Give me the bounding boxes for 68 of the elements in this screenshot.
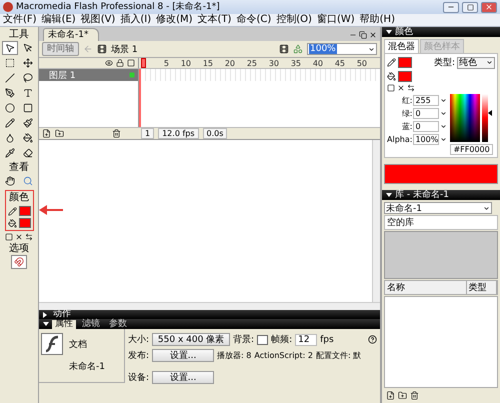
size-button[interactable]: 550 x 400 像素: [152, 333, 230, 346]
channel-label: 红:: [402, 94, 412, 106]
library-dropdown[interactable]: 未命名-1: [384, 202, 492, 214]
menu-item[interactable]: 窗口(W): [316, 14, 355, 26]
hex-input[interactable]: #FF0000: [450, 144, 493, 155]
channel-label: 绿:: [402, 108, 412, 118]
frame-number: 35: [290, 58, 301, 68]
column-header[interactable]: 名称: [385, 281, 466, 294]
zoom-field[interactable]: 100%: [307, 43, 377, 55]
document-tab[interactable]: 未命名-1*: [43, 28, 100, 41]
frame-rate-field: 12.0 fps: [158, 128, 199, 139]
size-label: 大小:: [128, 334, 150, 346]
panel-tab[interactable]: 属性: [52, 320, 76, 328]
document-name: 未命名-1: [69, 360, 106, 372]
frame-number: 5: [162, 58, 169, 68]
menu-item[interactable]: 文本(T): [198, 14, 232, 26]
channel-label: 蓝:: [402, 120, 412, 132]
frame-number: 40: [312, 58, 323, 68]
alpha-input[interactable]: 100%: [413, 134, 440, 144]
profile-label: 配置文件: 默: [316, 350, 362, 361]
frame-rate-label: 帧频:: [271, 334, 292, 346]
alpha-label: Alpha:: [387, 134, 412, 144]
toolbox-title: 工具: [9, 29, 29, 41]
type-dropdown[interactable]: 纯色: [457, 56, 495, 68]
timeline-button[interactable]: 时间轴: [42, 42, 79, 56]
frame-number: 25: [246, 58, 257, 68]
menu-item[interactable]: 视图(V): [80, 14, 116, 26]
device-settings-button[interactable]: 设置...: [152, 371, 214, 384]
menu-item[interactable]: 控制(O): [276, 14, 312, 26]
menu-item[interactable]: 帮助(H): [360, 14, 395, 26]
actionscript-version: ActionScript: 2: [254, 351, 313, 360]
color-panel-title[interactable]: 颜色: [395, 28, 413, 36]
player-version: 播放器: 8: [217, 350, 252, 361]
menu-item[interactable]: 文件(F): [3, 14, 37, 26]
frame-number: 15: [202, 58, 213, 68]
menu-item[interactable]: 插入(I): [120, 14, 152, 26]
menu-item[interactable]: 命令(C): [236, 14, 272, 26]
publish-label: 发布:: [128, 350, 150, 362]
view-label: 查看: [9, 162, 29, 174]
frame-number: 10: [180, 58, 191, 68]
panel-tab[interactable]: 参数: [106, 320, 130, 328]
panel-tab[interactable]: 混色器: [384, 39, 419, 53]
column-header[interactable]: 类型: [466, 281, 497, 294]
layer-row[interactable]: 图层 1: [39, 69, 139, 81]
menu-item[interactable]: 修改(M): [156, 14, 193, 26]
menu-item[interactable]: 编辑(E): [42, 14, 76, 26]
frame-number: 50: [356, 58, 367, 68]
current-frame-field: 1: [141, 128, 154, 139]
elapsed-time-field: 0.0s: [202, 128, 228, 139]
panel-tab[interactable]: 滤镜: [79, 320, 103, 328]
color-label: 颜色: [9, 192, 29, 204]
channel-input[interactable]: 255: [413, 94, 440, 106]
channel-input[interactable]: 0: [413, 108, 440, 118]
type-label: 类型:: [434, 56, 455, 69]
background-label: 背景:: [233, 334, 254, 346]
window-title: Macromedia Flash Professional 8 - [未命名-1*]: [16, 1, 221, 13]
channel-input[interactable]: 0: [413, 120, 440, 132]
frame-rate-input[interactable]: 12: [295, 334, 318, 346]
library-status: 空的库: [384, 215, 498, 230]
publish-settings-button[interactable]: 设置...: [152, 349, 214, 362]
scene-label: 场景 1: [111, 44, 138, 56]
options-label: 选项: [9, 243, 29, 255]
document-label: 文档: [69, 338, 88, 350]
frame-number: 45: [334, 58, 345, 68]
device-label: 设备:: [128, 372, 150, 384]
frame-number: 30: [268, 58, 279, 68]
frame-number: 20: [224, 58, 235, 68]
fps-unit: fps: [320, 334, 334, 344]
